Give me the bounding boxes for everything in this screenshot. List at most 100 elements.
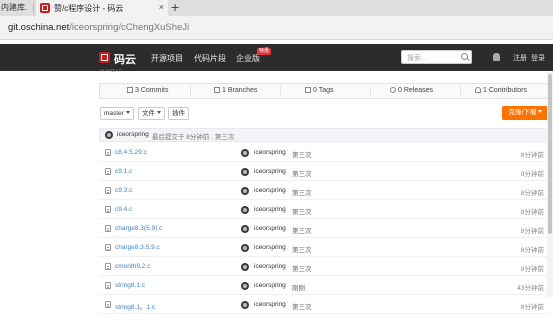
file-row[interactable]: string8.1.c iceorspring 刚刚 43分钟前 [99, 278, 549, 295]
avatar[interactable] [241, 282, 249, 290]
file-commit-time: 8分钟前 [520, 190, 544, 197]
clone-download-label: 克隆/下载 [508, 109, 537, 116]
file-row[interactable]: c9.3.c iceorspring 第三次 8分钟前 [99, 183, 549, 200]
avatar[interactable] [241, 244, 249, 252]
file-icon [105, 225, 111, 232]
stat-divider [280, 86, 281, 96]
file-commit-message[interactable]: 第三次 [292, 187, 312, 197]
file-commit-author[interactable]: iceorspring [254, 301, 286, 308]
avatar[interactable] [241, 301, 249, 309]
file-commit-message[interactable]: 第三次 [292, 225, 312, 235]
file-row[interactable]: charge8.3(5.9).c iceorspring 第三次 8分钟前 [99, 221, 549, 238]
file-row[interactable]: cmonth9.2.c iceorspring 第三次 8分钟前 [99, 259, 549, 276]
address-url[interactable]: git.oschina.net/iceorspring/cChengXuSheJ… [8, 22, 189, 33]
file-name[interactable]: cmonth9.2.c [115, 263, 150, 270]
tab-close-icon[interactable]: × [159, 2, 164, 12]
nav-open-source[interactable]: 开源项目 [151, 53, 183, 64]
tab-active-title: 赞/c程序设计 - 码云 [54, 3, 124, 13]
file-commit-author[interactable]: iceorspring [254, 225, 286, 232]
notification-bell-icon[interactable] [493, 53, 500, 61]
file-row[interactable]: c9.1.c iceorspring 第三次 8分钟前 [99, 164, 549, 181]
file-row[interactable]: string8.1。1.c iceorspring 第三次 8分钟前 [99, 297, 549, 314]
file-name[interactable]: c9.3.c [115, 187, 132, 194]
file-name[interactable]: string8.1。1.c [115, 301, 155, 311]
avatar[interactable] [105, 131, 113, 139]
file-icon [105, 263, 111, 270]
clone-download-button[interactable]: 克隆/下载 [502, 106, 549, 120]
file-commit-author[interactable]: iceorspring [254, 263, 286, 270]
stat-commits-label: 3 Commits [135, 87, 169, 94]
site-navbar: 码云 开源项目 代码片段 企业版 特惠 搜索... 注册 登录 [0, 44, 553, 71]
file-name[interactable]: charge8.3.5.9.c [115, 244, 160, 251]
tab-active[interactable]: 赞/c程序设计 - 码云 × [36, 0, 168, 16]
file-commit-message[interactable]: 第三次 [292, 263, 312, 273]
address-path: /iceorspring/cChengXuSheJi [69, 22, 190, 33]
file-name[interactable]: charge8.3(5.9).c [115, 225, 162, 232]
file-name[interactable]: c9.4.c [115, 206, 132, 213]
scrollbar[interactable] [547, 72, 553, 297]
file-name[interactable]: c8.4.5.29.c [115, 149, 147, 156]
stat-contributors-label: 1 Contributors [483, 87, 527, 94]
file-row[interactable]: c9.4.c iceorspring 第三次 8分钟前 [99, 202, 549, 219]
file-commit-author[interactable]: iceorspring [254, 149, 286, 156]
commits-icon [127, 87, 133, 93]
register-link[interactable]: 注册 [513, 53, 527, 63]
avatar[interactable] [241, 206, 249, 214]
file-commit-message[interactable]: 刚刚 [292, 282, 305, 292]
file-commit-time: 43分钟前 [517, 285, 544, 292]
file-commit-time: 8分钟前 [520, 209, 544, 216]
file-commit-message[interactable]: 第三次 [292, 149, 312, 159]
repo-stats-bar: 3 Commits 1 Branches 0 Tags 0 Releases 1… [99, 83, 549, 99]
file-commit-message[interactable]: 第三次 [292, 206, 312, 216]
avatar[interactable] [241, 149, 249, 157]
stat-tags[interactable]: 0 Tags [305, 84, 334, 98]
file-row[interactable]: c8.4.5.29.c iceorspring 第三次 8分钟前 [99, 145, 549, 162]
file-commit-author[interactable]: iceorspring [254, 168, 286, 175]
plugins-button[interactable]: 插件 [168, 107, 189, 120]
file-commit-author[interactable]: iceorspring [254, 244, 286, 251]
file-icon [105, 301, 111, 308]
gitee-logo-icon[interactable] [99, 52, 110, 63]
avatar[interactable] [241, 187, 249, 195]
branch-select[interactable]: master [100, 107, 134, 120]
login-link[interactable]: 登录 [531, 53, 545, 63]
search-input[interactable]: 搜索... [401, 50, 472, 64]
tab-previous-title: 内建库. [1, 3, 28, 12]
file-name[interactable]: string8.1.c [115, 282, 145, 289]
release-icon [390, 87, 396, 93]
address-bar[interactable]: git.oschina.net/iceorspring/cChengXuSheJ… [0, 16, 553, 40]
file-commit-message[interactable]: 第三次 [292, 244, 312, 254]
files-dropdown-label: 文件 [142, 110, 155, 117]
file-commit-message[interactable]: 第三次 [292, 168, 312, 178]
files-dropdown[interactable]: 文件 [138, 107, 165, 120]
stat-branches[interactable]: 1 Branches [214, 84, 257, 98]
stat-releases[interactable]: 0 Releases [390, 84, 433, 98]
search-icon[interactable] [461, 53, 468, 60]
tab-previous[interactable]: 内建库. [0, 0, 32, 16]
new-tab-button[interactable]: + [171, 0, 179, 15]
avatar[interactable] [241, 168, 249, 176]
commit-info[interactable]: 最后提交于 8分钟前 . 第三次 [152, 131, 234, 141]
file-commit-message[interactable]: 第三次 [292, 301, 312, 311]
stat-tags-label: 0 Tags [313, 87, 334, 94]
promo-badge: 特惠 [257, 48, 272, 55]
file-commit-author[interactable]: iceorspring [254, 187, 286, 194]
file-commit-time: 8分钟前 [520, 304, 544, 311]
chevron-down-icon [157, 111, 161, 114]
avatar[interactable] [241, 225, 249, 233]
nav-code-snippets[interactable]: 代码片段 [194, 53, 226, 64]
avatar[interactable] [241, 263, 249, 271]
address-host: git.oschina.net [8, 22, 70, 33]
chevron-down-icon [538, 110, 543, 113]
file-name[interactable]: c9.1.c [115, 168, 132, 175]
file-commit-author[interactable]: iceorspring [254, 206, 286, 213]
nav-enterprise[interactable]: 企业版 [236, 53, 260, 64]
commit-author[interactable]: iceorspring [117, 131, 149, 138]
file-commit-author[interactable]: iceorspring [254, 282, 286, 289]
scrollbar-thumb[interactable] [548, 74, 552, 234]
browser-tab-bar: 内建库. 赞/c程序设计 - 码云 × + [0, 0, 553, 16]
logo-text[interactable]: 码云 [114, 51, 136, 67]
file-row[interactable]: charge8.3.5.9.c iceorspring 第三次 8分钟前 [99, 240, 549, 257]
stat-contributors[interactable]: 1 Contributors [475, 84, 527, 98]
stat-commits[interactable]: 3 Commits [127, 84, 168, 98]
